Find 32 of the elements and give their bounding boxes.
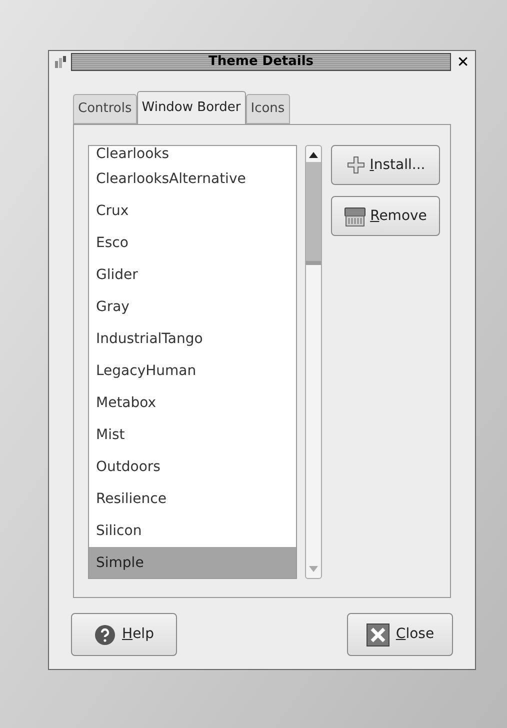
list-item[interactable]: Simple [89, 547, 296, 578]
list-item[interactable]: LegacyHuman [89, 355, 296, 387]
tab[interactable]: Icons [246, 94, 290, 124]
list-item[interactable]: Resilience [89, 483, 296, 515]
down-arrow-icon[interactable] [309, 566, 318, 572]
install-button[interactable]: Install... [331, 145, 440, 185]
list-item[interactable]: Metabox [89, 387, 296, 419]
list-item[interactable]: ClearlooksAlternative [89, 163, 296, 195]
window-title: Theme Details [71, 53, 451, 71]
window-menu-icon[interactable] [53, 55, 67, 69]
up-arrow-icon[interactable] [309, 152, 318, 158]
close-button[interactable]: ✕ [455, 54, 471, 70]
list-item[interactable]: IndustrialTango [89, 323, 296, 355]
scrollbar[interactable] [305, 145, 322, 579]
remove-button[interactable]: Remove [331, 196, 440, 236]
close-dialog-button[interactable]: Close [347, 613, 453, 656]
list-item[interactable]: Esco [89, 227, 296, 259]
list-item[interactable]: Crux [89, 195, 296, 227]
help-icon [94, 624, 116, 646]
list-item[interactable]: Glider [89, 259, 296, 291]
list-item[interactable]: Outdoors [89, 451, 296, 483]
list-item[interactable]: Clearlooks [89, 146, 296, 163]
shredder-icon [344, 205, 366, 227]
help-button[interactable]: Help [71, 613, 177, 656]
list-item[interactable]: Mist [89, 419, 296, 451]
list-item[interactable]: Gray [89, 291, 296, 323]
tab[interactable]: Window Border [136, 91, 246, 124]
list-item[interactable]: Silicon [89, 515, 296, 547]
tab[interactable]: Controls [73, 94, 137, 124]
close-icon [366, 622, 390, 646]
scroll-thumb[interactable] [306, 162, 321, 265]
plus-icon [346, 155, 366, 175]
